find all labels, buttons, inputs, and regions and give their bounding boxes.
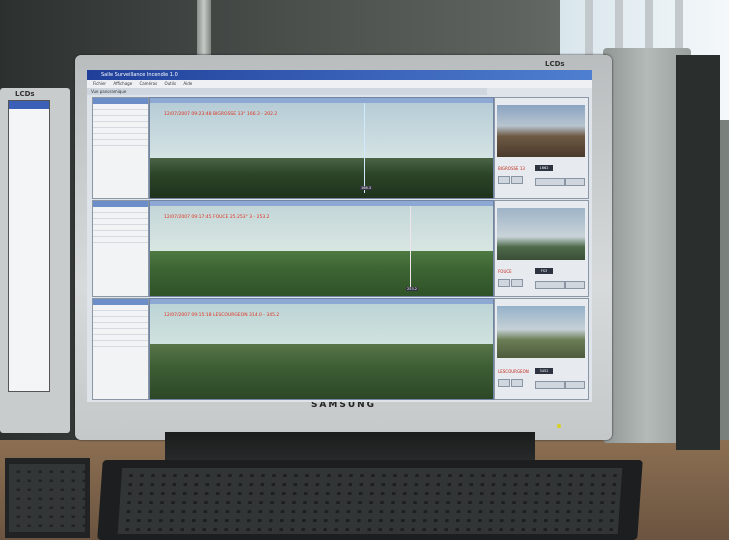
control-button[interactable] — [498, 279, 510, 287]
monitor-screen: Salle Surveillance Incendie 1.0 Fichier … — [87, 70, 592, 402]
control-button[interactable] — [498, 379, 510, 387]
camera-control-panel: BIGROSSE 13 1662 — [494, 97, 589, 199]
control-button[interactable] — [511, 279, 523, 287]
bearing-label: 166.3 — [360, 186, 373, 190]
app-title-bar: Salle Surveillance Incendie 1.0 — [87, 70, 592, 80]
camera-thumbnail — [497, 105, 585, 157]
control-button[interactable] — [498, 176, 510, 184]
left-keyboard — [5, 458, 90, 538]
menu-item[interactable]: Outils — [165, 81, 177, 86]
speaker-side — [676, 55, 720, 450]
monitor-logo: LCDs — [545, 60, 565, 68]
control-button[interactable] — [535, 281, 565, 289]
view-overlay-text: 12/07/2007 09:17:45 FOUCE 25.253° 3 - 25… — [164, 215, 270, 220]
bearing-line — [364, 103, 365, 193]
camera-thumbnail — [497, 306, 585, 358]
left-monitor-logo: LCDs — [15, 90, 35, 98]
bearing-label: 253.2 — [406, 287, 419, 291]
menu-item[interactable]: Affichage — [113, 81, 132, 86]
control-button[interactable] — [535, 381, 565, 389]
camera-name: FOUCE — [498, 269, 512, 274]
camera-value: 3452 — [535, 368, 553, 374]
camera-view-2[interactable]: 12/07/2007 09:17:45 FOUCE 25.253° 3 - 25… — [149, 200, 494, 297]
camera-value: FS3 — [535, 268, 553, 274]
camera-control-panel: LESCOURGEON 3452 — [494, 298, 589, 400]
view-overlay-text: 12/07/2007 09:15:18 LESCOURGEON 314.0 - … — [164, 313, 280, 318]
camera-list-panel — [92, 97, 149, 199]
view-overlay-text: 12/07/2007 09:23:48 BIGROSSE 13° 166.3 -… — [164, 112, 278, 117]
camera-name: LESCOURGEON — [498, 369, 529, 374]
keyboard — [97, 460, 643, 540]
menu-bar: Fichier Affichage Caméras Outils Aide — [87, 80, 592, 88]
menu-item[interactable]: Caméras — [139, 81, 157, 86]
control-button[interactable] — [511, 379, 523, 387]
control-button[interactable] — [565, 178, 585, 186]
control-button[interactable] — [565, 281, 585, 289]
camera-list-panel — [92, 298, 149, 400]
control-button[interactable] — [565, 381, 585, 389]
bearing-line — [410, 206, 411, 291]
tab-panoramic[interactable]: Vue panoramique — [91, 89, 126, 94]
menu-item[interactable]: Fichier — [93, 81, 106, 86]
left-monitor-screen — [8, 100, 50, 392]
camera-value: 1662 — [535, 165, 553, 171]
control-button[interactable] — [511, 176, 523, 184]
menu-item[interactable]: Aide — [183, 81, 192, 86]
power-led — [557, 424, 561, 428]
app-title: Salle Surveillance Incendie 1.0 — [101, 72, 178, 78]
camera-list-panel — [92, 200, 149, 297]
camera-thumbnail — [497, 208, 585, 260]
tab-bar: Vue panoramique — [87, 88, 487, 95]
camera-control-panel: FOUCE FS3 — [494, 200, 589, 297]
camera-name: BIGROSSE 13 — [498, 166, 525, 171]
camera-view-1[interactable]: 12/07/2007 09:23:48 BIGROSSE 13° 166.3 -… — [149, 97, 494, 199]
camera-view-3[interactable]: 12/07/2007 09:15:18 LESCOURGEON 314.0 - … — [149, 298, 494, 400]
control-button[interactable] — [535, 178, 565, 186]
